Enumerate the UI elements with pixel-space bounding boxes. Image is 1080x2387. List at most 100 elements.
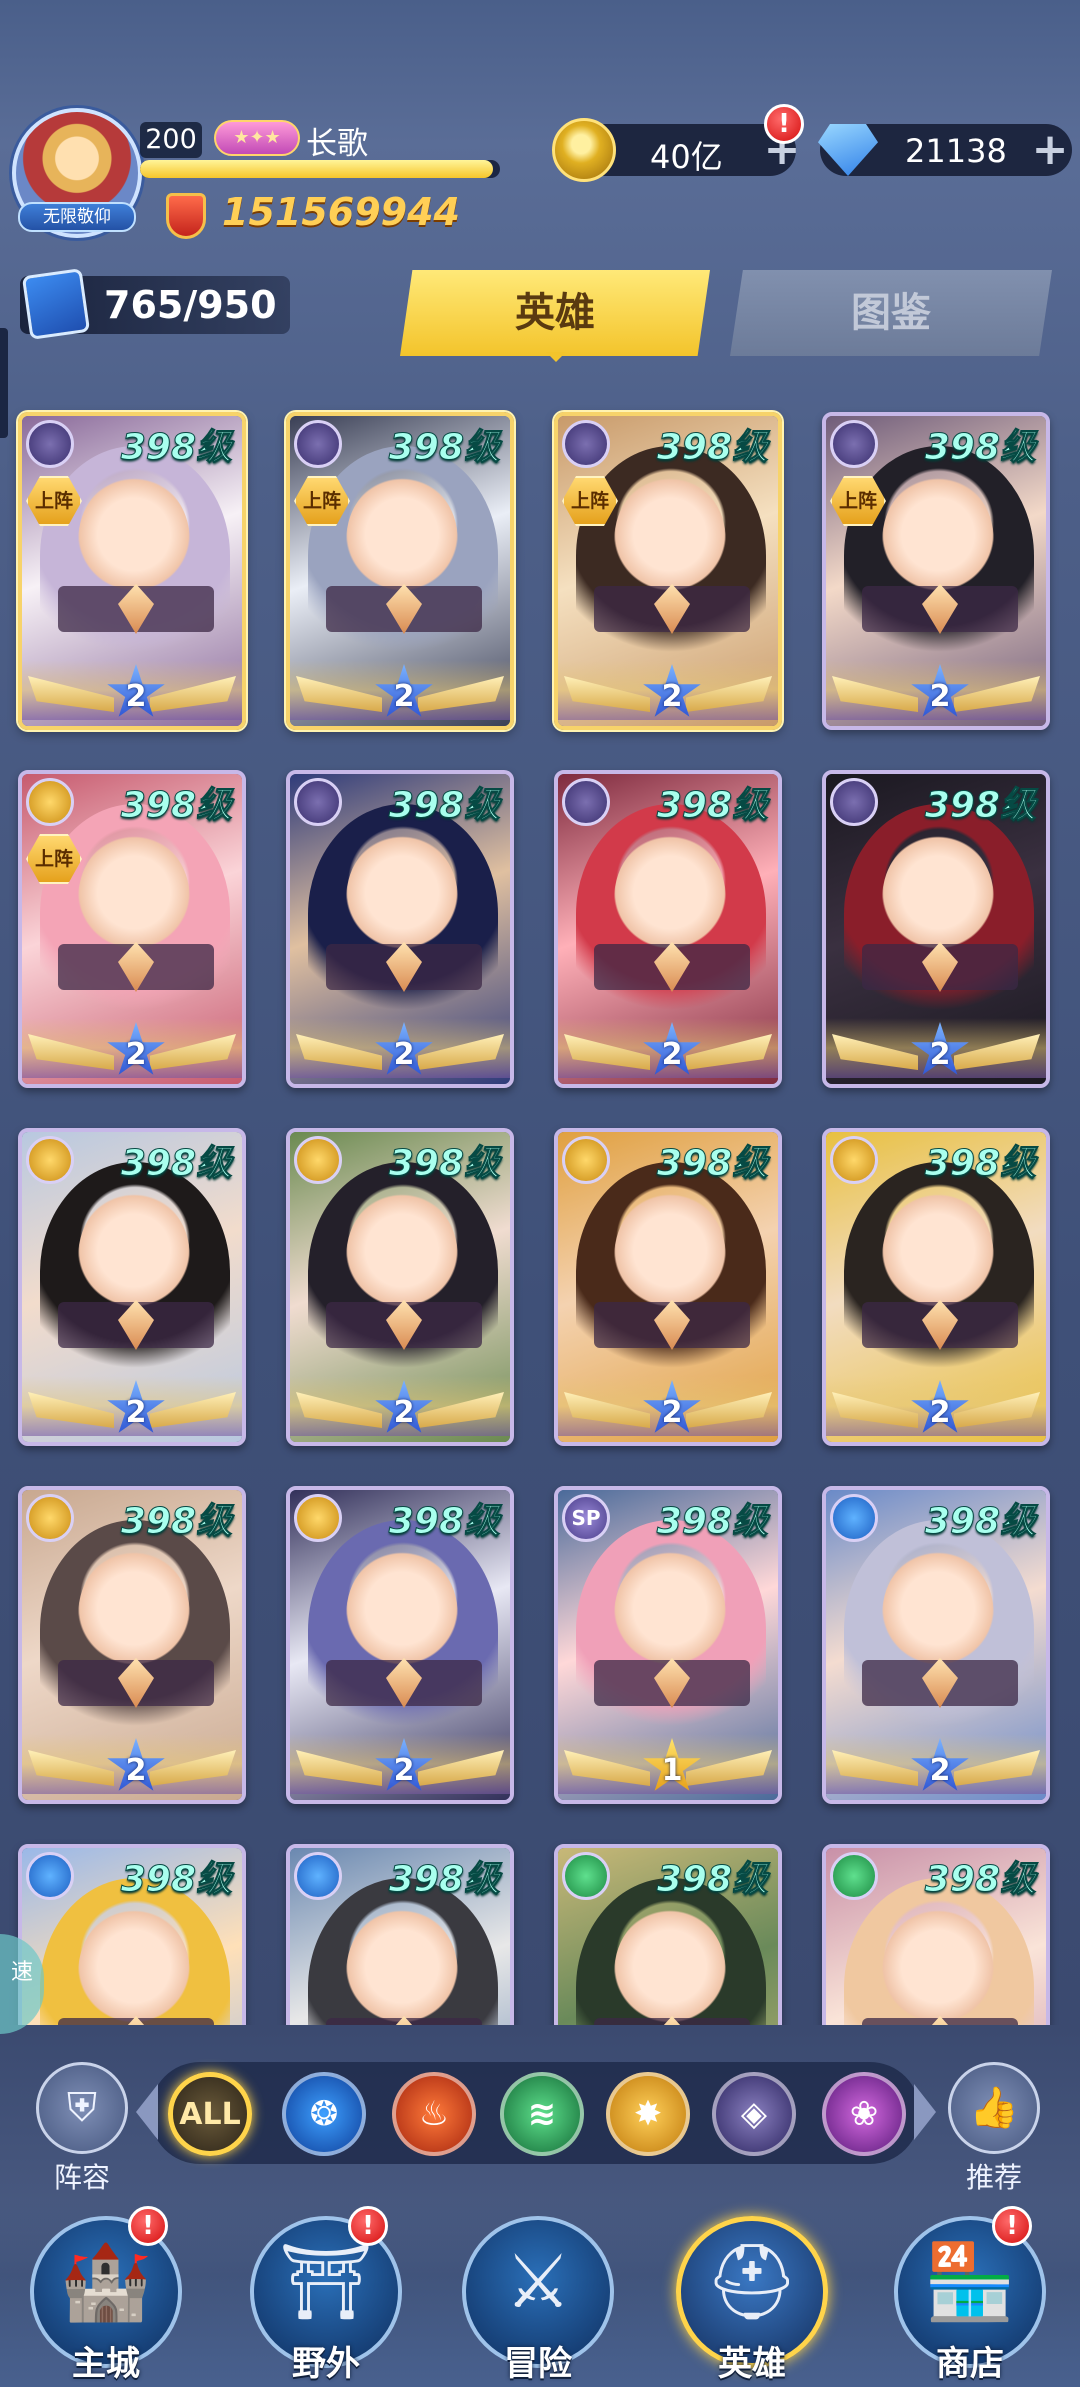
star-rank-value: 2 bbox=[929, 679, 951, 714]
hero-card[interactable]: 398级 bbox=[286, 1844, 514, 2025]
water-faction-icon[interactable]: ❂ bbox=[282, 2072, 366, 2156]
helmet-icon: ⛑ bbox=[705, 2239, 799, 2325]
hero-grid: 2 上阵 398级 2 上阵 398级 2 上阵 398级 2 上阵 398级 2 上阵 398级 2 398级… bbox=[0, 400, 1080, 2025]
nav-label: 主城 bbox=[72, 2344, 140, 2384]
hero-card[interactable]: 2 398级 bbox=[822, 770, 1050, 1088]
hero-count: 765/950 bbox=[104, 283, 277, 327]
nav-heroes[interactable]: ⛑ 英雄 bbox=[670, 2210, 834, 2387]
recommend-label: 推荐 bbox=[965, 2161, 1022, 2194]
wind-faction-icon bbox=[830, 1852, 878, 1900]
coin-value: 40亿 bbox=[650, 138, 723, 176]
void-faction-icon bbox=[830, 778, 878, 826]
hero-card[interactable]: 2 398级 bbox=[822, 1128, 1050, 1446]
nav-alert-badge: ! bbox=[992, 2206, 1032, 2246]
hero-card[interactable]: 2 上阵 398级 bbox=[554, 412, 782, 730]
void-faction-icon bbox=[294, 778, 342, 826]
void-faction-icon bbox=[562, 420, 610, 468]
hero-level: 398级 bbox=[656, 785, 768, 827]
hero-card[interactable]: 2 398级 bbox=[554, 770, 782, 1088]
hero-level: 398级 bbox=[120, 427, 232, 469]
exp-bar-fill bbox=[140, 160, 493, 178]
star-rank-value: 2 bbox=[125, 1753, 147, 1788]
star-rank-value: 2 bbox=[125, 1395, 147, 1430]
shield-power-icon bbox=[166, 193, 206, 239]
hero-level: 398级 bbox=[656, 1501, 768, 1543]
void-faction-icon bbox=[830, 420, 878, 468]
coin-icon bbox=[552, 118, 616, 182]
hero-card[interactable]: 2 上阵 398级 bbox=[286, 412, 514, 730]
hero-level: 398级 bbox=[656, 1143, 768, 1185]
hero-card[interactable]: 2 398级 bbox=[822, 1486, 1050, 1804]
hero-card[interactable]: 2 上阵 398级 bbox=[18, 770, 246, 1088]
nav-city[interactable]: 🏰 主城! bbox=[24, 2206, 188, 2387]
light-faction-icon[interactable]: ✸ bbox=[606, 2072, 690, 2156]
hero-level: 398级 bbox=[388, 1501, 500, 1543]
dark-faction-icon[interactable]: ❀ bbox=[822, 2072, 906, 2156]
nav-label: 冒险 bbox=[504, 2344, 572, 2384]
hero-level: 398级 bbox=[388, 785, 500, 827]
vip-badge: ★✦★ bbox=[214, 120, 300, 156]
hero-level: 398级 bbox=[120, 1143, 232, 1185]
recommend-button[interactable]: 👍 bbox=[948, 2062, 1040, 2154]
hero-card[interactable]: 2 398级 bbox=[554, 1128, 782, 1446]
star-rank-value: 2 bbox=[929, 1037, 951, 1072]
star-rank-value: 2 bbox=[393, 679, 415, 714]
hero-level: 398级 bbox=[388, 1143, 500, 1185]
void-faction-icon bbox=[294, 420, 342, 468]
nav-shop[interactable]: 🏪 商店! bbox=[888, 2206, 1052, 2387]
hero-card[interactable]: 2 398级 bbox=[18, 1128, 246, 1446]
hero-card[interactable]: 398级 bbox=[18, 1844, 246, 2025]
light-faction-icon bbox=[294, 1494, 342, 1542]
star-rank-value: 2 bbox=[661, 1395, 683, 1430]
water-faction-icon bbox=[830, 1494, 878, 1542]
void-faction-icon bbox=[26, 420, 74, 468]
filter-arrow-left-icon bbox=[136, 2084, 158, 2140]
add-gems-button[interactable]: + bbox=[1028, 128, 1072, 172]
tab-codex[interactable]: 图鉴 bbox=[730, 270, 1052, 356]
star-rank-value: 2 bbox=[661, 1037, 683, 1072]
hero-card[interactable]: 398级 bbox=[554, 1844, 782, 2025]
hero-card[interactable]: 2 398级 bbox=[286, 770, 514, 1088]
star-rank-value: 2 bbox=[125, 1037, 147, 1072]
castle-icon: 🏰 bbox=[59, 2239, 153, 2325]
hero-card[interactable]: 2 398级 bbox=[286, 1128, 514, 1446]
sp-faction-icon: SP bbox=[562, 1494, 610, 1542]
light-faction-icon bbox=[26, 1136, 74, 1184]
hero-level: 398级 bbox=[924, 427, 1036, 469]
star-rank-value: 2 bbox=[125, 679, 147, 714]
nav-label: 野外 bbox=[292, 2344, 360, 2384]
lineup-button[interactable]: ⛨ bbox=[36, 2062, 128, 2154]
hero-level: 398级 bbox=[388, 1859, 500, 1901]
hero-level: 398级 bbox=[120, 1859, 232, 1901]
sword-icon: ⚔ bbox=[504, 2239, 572, 2325]
player-name: 长歌 bbox=[306, 126, 368, 162]
hero-card[interactable]: 2 上阵 398级 bbox=[18, 412, 246, 730]
filter-arrow-right-icon bbox=[914, 2084, 936, 2140]
star-rank-value: 2 bbox=[393, 1037, 415, 1072]
combat-power-value: 151569944 bbox=[222, 190, 460, 234]
hero-level: 398级 bbox=[924, 1143, 1036, 1185]
light-faction-icon bbox=[26, 778, 74, 826]
star-rank-value: 2 bbox=[661, 679, 683, 714]
hero-level: 398级 bbox=[120, 785, 232, 827]
nav-alert-badge: ! bbox=[128, 2206, 168, 2246]
nav-adventure[interactable]: ⚔ 冒险 bbox=[456, 2210, 620, 2387]
player-level: 200 bbox=[140, 122, 202, 158]
light-faction-icon bbox=[830, 1136, 878, 1184]
fire-faction-icon[interactable]: ♨ bbox=[392, 2072, 476, 2156]
void-faction-icon[interactable]: ◈ bbox=[712, 2072, 796, 2156]
hero-card[interactable]: 398级 bbox=[822, 1844, 1050, 2025]
nav-field[interactable]: ⛩ 野外! bbox=[244, 2206, 408, 2387]
hero-level: 398级 bbox=[656, 1859, 768, 1901]
tab-heroes[interactable]: 英雄 bbox=[400, 270, 710, 356]
filter-all-button[interactable]: ALL bbox=[168, 2072, 252, 2156]
water-faction-icon bbox=[294, 1852, 342, 1900]
wind-faction-icon bbox=[562, 1852, 610, 1900]
hero-card[interactable]: 2 上阵 398级 bbox=[822, 412, 1050, 730]
hero-card[interactable]: 2 398级 bbox=[286, 1486, 514, 1804]
hero-level: 398级 bbox=[388, 427, 500, 469]
tab-pointer bbox=[546, 352, 566, 362]
wind-faction-icon[interactable]: ≋ bbox=[500, 2072, 584, 2156]
hero-card[interactable]: 2 398级 bbox=[18, 1486, 246, 1804]
hero-card[interactable]: 1 SP 398级 bbox=[554, 1486, 782, 1804]
